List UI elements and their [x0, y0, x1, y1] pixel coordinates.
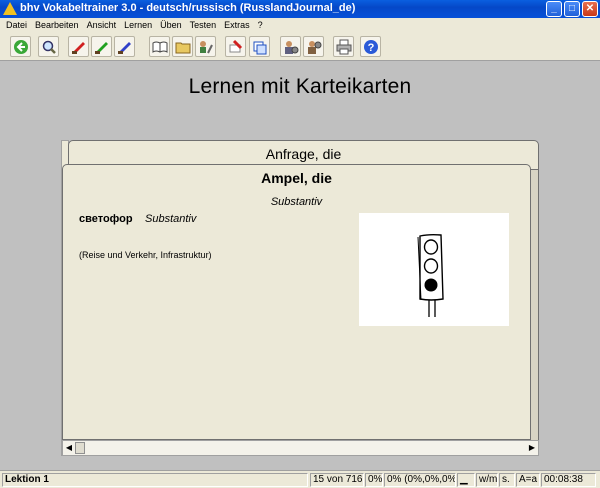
- tools-button[interactable]: [195, 36, 216, 57]
- person-settings-icon: [284, 40, 298, 54]
- card-front-word: Ampel, die: [261, 170, 332, 186]
- status-mode: w/m: [476, 473, 498, 487]
- card-category: (Reise und Verkehr, Infrastruktur): [79, 250, 212, 260]
- card-frame-right: [530, 170, 539, 440]
- erase-button[interactable]: [225, 36, 246, 57]
- red-brush-icon: [71, 41, 85, 54]
- person-settings-2-icon: [307, 40, 321, 54]
- help-button[interactable]: ?: [360, 36, 381, 57]
- people-tools-icon: [199, 40, 213, 53]
- printer-icon: [336, 39, 351, 54]
- mark-green-button[interactable]: [91, 36, 112, 57]
- scroll-left-icon[interactable]: ◀: [64, 443, 74, 453]
- print-button[interactable]: [333, 36, 354, 57]
- back-button[interactable]: [10, 36, 31, 57]
- minimize-button[interactable]: _: [546, 1, 562, 17]
- menu-lernen[interactable]: Lernen: [120, 20, 156, 30]
- status-percent-detail: 0% (0%,0%,0%): [384, 473, 456, 487]
- blue-brush-icon: [117, 41, 131, 54]
- traffic-light-image: [359, 213, 509, 326]
- status-position: 15 von 716: [310, 473, 364, 487]
- magnifier-icon: [42, 40, 56, 54]
- status-timer: 00:08:38: [541, 473, 596, 487]
- green-brush-icon: [94, 41, 108, 54]
- menu-ansicht[interactable]: Ansicht: [83, 20, 121, 30]
- menu-ueben[interactable]: Üben: [156, 20, 186, 30]
- status-s: s.: [499, 473, 515, 487]
- keyboard-icon: ▁: [457, 473, 475, 487]
- menu-extras[interactable]: Extras: [220, 20, 254, 30]
- scroll-thumb[interactable]: [75, 442, 85, 454]
- menu-bearbeiten[interactable]: Bearbeiten: [31, 20, 83, 30]
- menu-datei[interactable]: Datei: [2, 20, 31, 30]
- menu-bar: Datei Bearbeiten Ansicht Lernen Üben Tes…: [0, 18, 600, 32]
- horizontal-scrollbar[interactable]: ◀ ▶: [62, 440, 539, 456]
- app-logo-icon: [3, 2, 17, 15]
- mark-red-button[interactable]: [68, 36, 89, 57]
- menu-help[interactable]: ?: [254, 20, 267, 30]
- blue-cards-icon: [253, 41, 266, 54]
- card-front[interactable]: Ampel, die Substantiv светофор Substanti…: [62, 164, 531, 440]
- maximize-button[interactable]: □: [564, 1, 580, 17]
- learn-book-button[interactable]: [149, 36, 170, 57]
- folder-icon: [175, 42, 190, 53]
- svg-text:?: ?: [367, 42, 374, 54]
- open-book-icon: [152, 41, 167, 53]
- cards-button[interactable]: [249, 36, 270, 57]
- menu-testen[interactable]: Testen: [186, 20, 221, 30]
- traffic-light-drawing: [417, 233, 444, 317]
- card-back-word: Anfrage, die: [265, 146, 342, 162]
- red-eraser-icon: [229, 39, 242, 52]
- status-lesson: Lektion 1: [2, 473, 308, 487]
- open-folder-button[interactable]: [172, 36, 193, 57]
- toolbar: ?: [0, 32, 600, 61]
- mark-blue-button[interactable]: [114, 36, 135, 57]
- scroll-right-icon[interactable]: ▶: [527, 443, 537, 453]
- title-bar: bhv Vokabeltrainer 3.0 - deutsch/russisc…: [0, 0, 600, 18]
- search-button[interactable]: [38, 36, 59, 57]
- status-percent: 0%: [365, 473, 383, 487]
- status-bar: Lektion 1 15 von 716 0% 0% (0%,0%,0%) ▁ …: [0, 470, 600, 488]
- user-settings-2-button[interactable]: [303, 36, 324, 57]
- window-title: bhv Vokabeltrainer 3.0 - deutsch/russisc…: [20, 2, 356, 14]
- card-translation-pos: Substantiv: [145, 213, 197, 225]
- user-settings-button[interactable]: [280, 36, 301, 57]
- card-translation: светофор: [79, 213, 133, 225]
- page-title: Lernen mit Karteikarten: [188, 75, 412, 98]
- close-button[interactable]: ✕: [582, 1, 598, 17]
- card-front-pos: Substantiv: [270, 196, 323, 208]
- help-icon: ?: [363, 39, 378, 54]
- back-arrow-icon: [13, 39, 28, 54]
- status-case: A=a: [516, 473, 540, 487]
